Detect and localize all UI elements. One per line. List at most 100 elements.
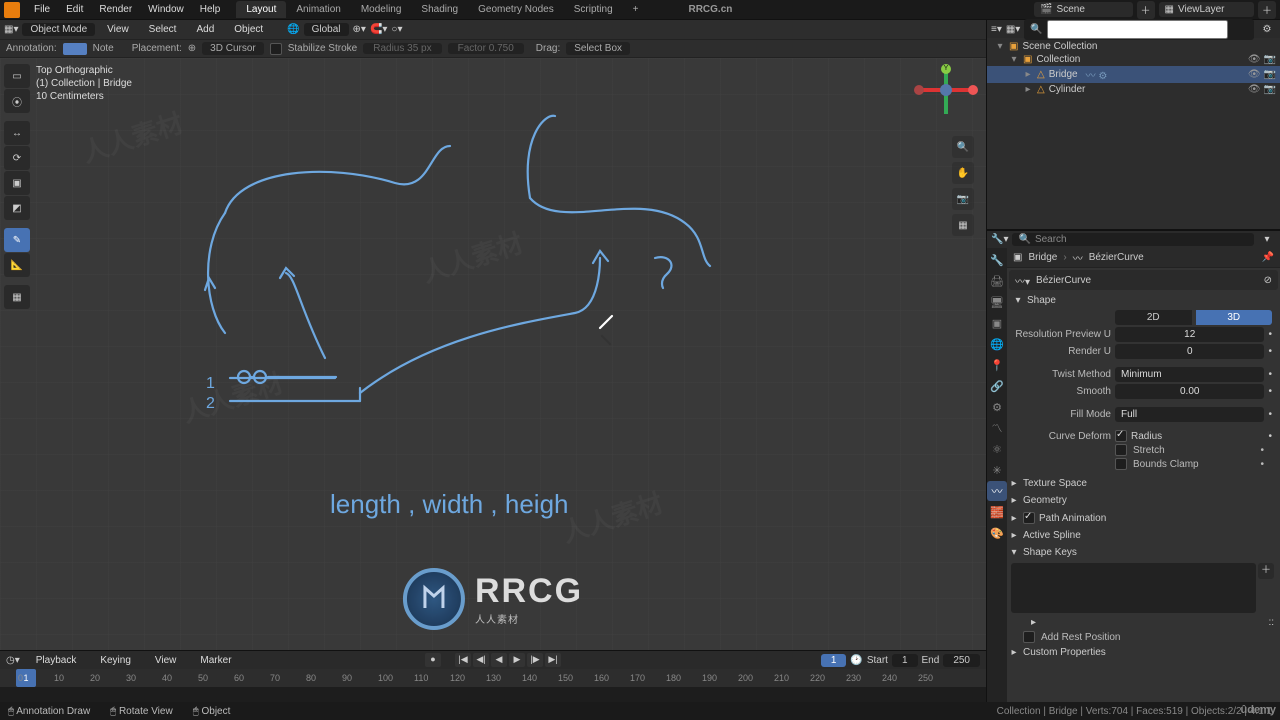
outliner-row[interactable]: ▸△Cylinder👁📷 xyxy=(987,83,1280,96)
menu-help[interactable]: Help xyxy=(192,1,229,18)
menu-render[interactable]: Render xyxy=(91,1,140,18)
tool-button[interactable]: ◩ xyxy=(4,196,30,220)
visibility-icon[interactable]: 👁 xyxy=(1248,54,1261,65)
tool-button[interactable]: ▭ xyxy=(4,64,30,88)
render-u-value[interactable]: 0 xyxy=(1115,344,1264,359)
snap-icon[interactable]: 🧲▾ xyxy=(370,24,387,35)
pathanim-checkbox[interactable] xyxy=(1023,512,1035,524)
orientation-icon[interactable]: 🌐 xyxy=(287,24,299,35)
new-scene-icon[interactable]: ＋ xyxy=(1137,1,1155,19)
select-menu[interactable]: Select xyxy=(141,21,185,38)
shapekeys-list[interactable]: ＋ xyxy=(1011,563,1256,613)
render-vis-icon[interactable]: 📷 xyxy=(1264,69,1276,80)
play-reverse-icon[interactable]: ◀ xyxy=(491,653,507,667)
outliner-row[interactable]: ▾▣Collection👁📷 xyxy=(987,53,1280,66)
viewport-3d[interactable]: 人人素材 人人素材 人人素材 人人素材 Top Orthographic (1)… xyxy=(0,58,986,650)
panel-pathanim-header[interactable]: ▸Path Animation xyxy=(1007,509,1280,527)
props-tab[interactable]: ✳ xyxy=(987,460,1007,480)
add-menu[interactable]: Add xyxy=(188,21,222,38)
drag-select[interactable]: Select Box xyxy=(566,42,630,55)
placement-select[interactable]: 3D Cursor xyxy=(202,42,264,55)
visibility-icon[interactable]: 👁 xyxy=(1248,84,1261,95)
outliner-display-icon[interactable]: ▦▾ xyxy=(1006,24,1020,35)
workspace-tab[interactable]: Layout xyxy=(236,1,286,18)
animate-dot-icon[interactable]: • xyxy=(1268,369,1272,380)
panel-texspace-header[interactable]: ▸Texture Space xyxy=(1007,475,1280,492)
outliner-type-icon[interactable]: ≡▾ xyxy=(991,24,1002,35)
workspace-tab[interactable]: Modeling xyxy=(351,1,412,18)
tool-button[interactable]: 📐 xyxy=(4,253,30,277)
shape-3d-button[interactable]: 3D xyxy=(1196,310,1273,325)
stabilize-checkbox[interactable] xyxy=(270,43,282,55)
smooth-value[interactable]: 0.00 xyxy=(1115,384,1264,399)
datablock-name[interactable]: BézierCurve xyxy=(1036,275,1091,286)
keying-menu[interactable]: Keying xyxy=(92,652,139,669)
scene-field[interactable]: 🎬 xyxy=(1034,2,1132,17)
datablock-shield-icon[interactable]: ⊘ xyxy=(1264,275,1272,286)
breadcrumb-object[interactable]: Bridge xyxy=(1028,252,1057,263)
shape-2d-button[interactable]: 2D xyxy=(1115,310,1192,325)
outliner-filter-icon[interactable]: ⚙ xyxy=(1258,20,1276,38)
nav-gizmo[interactable]: Y xyxy=(916,66,976,126)
props-tab[interactable]: 🔧 xyxy=(987,250,1007,270)
panel-activespline-header[interactable]: ▸Active Spline xyxy=(1007,527,1280,544)
bounds-checkbox[interactable] xyxy=(1115,458,1127,470)
outliner-row[interactable]: ▸△Bridge〰 ⚙👁📷 xyxy=(987,66,1280,83)
animate-dot-icon[interactable]: • xyxy=(1268,409,1272,420)
scene-input[interactable] xyxy=(1057,4,1127,15)
fillmode-select[interactable]: Full xyxy=(1115,407,1264,422)
props-tab[interactable]: 🎨 xyxy=(987,523,1007,543)
tl-view-menu[interactable]: View xyxy=(147,652,185,669)
props-tab[interactable]: 🖨 xyxy=(987,271,1007,291)
autokey-icon[interactable]: ● xyxy=(425,653,441,667)
breadcrumb-data[interactable]: BézierCurve xyxy=(1089,252,1144,263)
keyframe-prev-icon[interactable]: ◀| xyxy=(473,653,489,667)
pin-icon[interactable]: 📌 xyxy=(1262,252,1274,263)
viewlayer-input[interactable] xyxy=(1178,4,1248,15)
object-menu[interactable]: Object xyxy=(226,21,271,38)
props-tab[interactable]: ⚙ xyxy=(987,397,1007,417)
animate-dot-icon[interactable]: • xyxy=(1268,386,1272,397)
addrest-checkbox[interactable] xyxy=(1023,631,1035,643)
tool-button[interactable]: ↔ xyxy=(4,121,30,145)
props-options-icon[interactable]: ▾ xyxy=(1258,231,1276,249)
editor-type-icon[interactable]: ▦▾ xyxy=(4,24,18,35)
panel-shapekeys-header[interactable]: ▾Shape Keys xyxy=(1007,544,1280,561)
props-tab[interactable]: ⚛ xyxy=(987,439,1007,459)
workspace-tab[interactable]: Shading xyxy=(411,1,468,18)
orientation-select[interactable]: Global xyxy=(304,23,349,36)
preview-range-icon[interactable]: 🕑 xyxy=(850,655,862,666)
viewlayer-field[interactable]: ▦ xyxy=(1159,2,1254,17)
annotation-layer-name[interactable]: Note xyxy=(93,43,114,54)
menu-window[interactable]: Window xyxy=(140,1,192,18)
timeline-track[interactable] xyxy=(0,687,986,703)
panel-customprops-header[interactable]: ▸Custom Properties xyxy=(1007,644,1280,661)
props-tab[interactable]: 🌐 xyxy=(987,334,1007,354)
viewport-nav-icon[interactable]: 📷 xyxy=(952,188,974,210)
timeline-type-icon[interactable]: ◷▾ xyxy=(6,655,20,666)
pivot-icon[interactable]: ⊕▾ xyxy=(353,24,366,35)
menu-edit[interactable]: Edit xyxy=(58,1,91,18)
end-frame-field[interactable]: 250 xyxy=(943,654,980,667)
workspace-tab[interactable]: Geometry Nodes xyxy=(468,1,564,18)
tool-button[interactable]: ⦿ xyxy=(4,89,30,113)
menu-file[interactable]: File xyxy=(26,1,58,18)
panel-shape-header[interactable]: ▾Shape xyxy=(1011,292,1276,309)
annotation-color-swatch[interactable] xyxy=(63,43,87,55)
resolution-u-value[interactable]: 12 xyxy=(1115,327,1264,342)
visibility-icon[interactable]: 👁 xyxy=(1248,69,1261,80)
viewport-nav-icon[interactable]: 🔍 xyxy=(952,136,974,158)
tool-button[interactable]: ▣ xyxy=(4,171,30,195)
props-type-icon[interactable]: 🔧▾ xyxy=(991,234,1008,245)
props-tab[interactable]: 🔗 xyxy=(987,376,1007,396)
tool-button[interactable]: ⟳ xyxy=(4,146,30,170)
stretch-checkbox[interactable] xyxy=(1115,444,1127,456)
proportional-icon[interactable]: ○▾ xyxy=(391,24,402,35)
props-tab[interactable]: 〽 xyxy=(987,418,1007,438)
props-tab[interactable]: 〰 xyxy=(987,481,1007,501)
tool-button[interactable]: ✎ xyxy=(4,228,30,252)
panel-geometry-header[interactable]: ▸Geometry xyxy=(1007,492,1280,509)
start-frame-field[interactable]: 1 xyxy=(892,654,918,667)
tool-button[interactable]: ▦ xyxy=(4,285,30,309)
workspace-tab[interactable]: Animation xyxy=(286,1,350,18)
